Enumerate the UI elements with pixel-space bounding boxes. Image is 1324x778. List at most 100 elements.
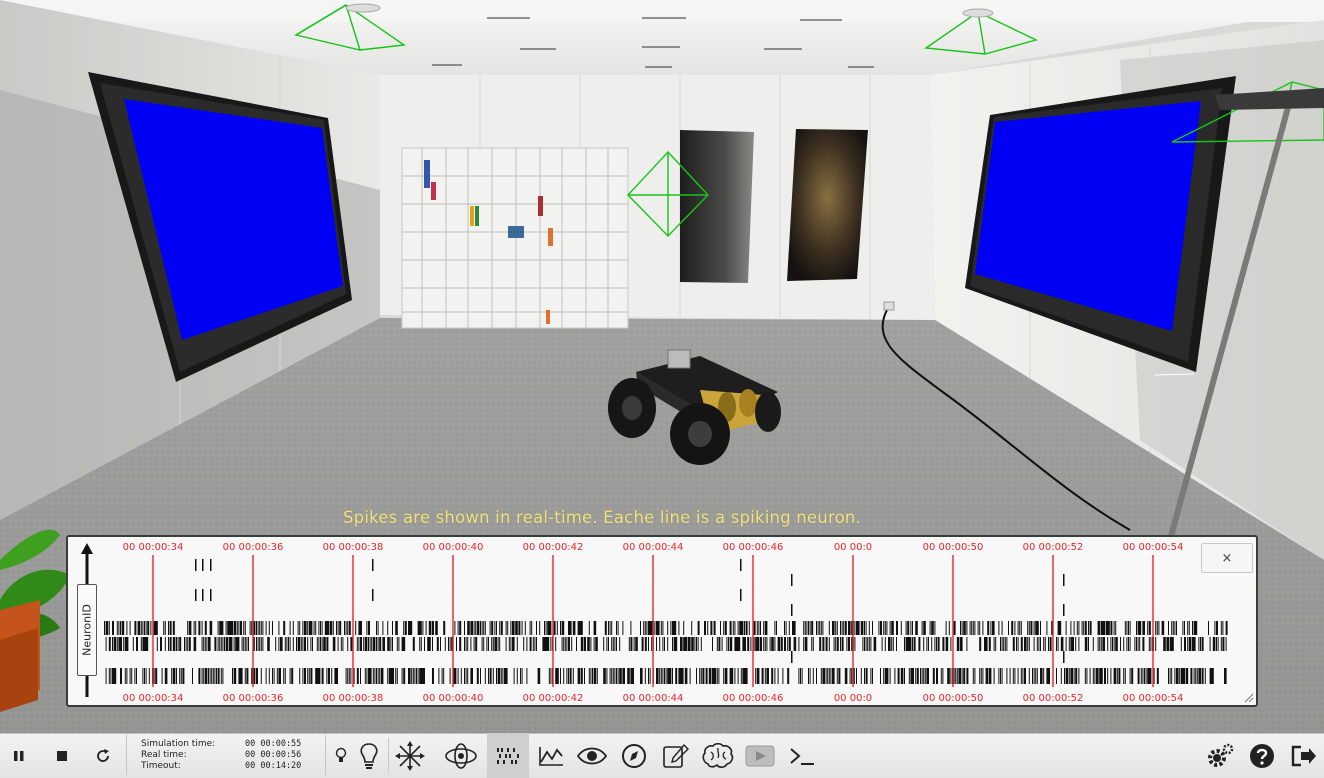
spike	[851, 668, 853, 684]
spike	[321, 621, 323, 635]
spike	[412, 668, 414, 684]
spike	[1076, 621, 1078, 635]
close-button[interactable]: ×	[1201, 543, 1253, 573]
spike	[516, 621, 518, 635]
spike	[188, 637, 191, 651]
spike	[140, 621, 142, 635]
spike	[884, 621, 886, 635]
spike	[107, 621, 109, 635]
terminal-button[interactable]	[782, 733, 822, 778]
spike	[372, 559, 374, 571]
spike	[508, 637, 510, 651]
spike	[144, 621, 145, 635]
spike	[174, 668, 176, 684]
spike	[108, 668, 110, 684]
spike	[105, 637, 107, 651]
spike	[505, 621, 507, 635]
spike	[488, 668, 489, 684]
exit-icon	[1291, 745, 1316, 766]
spike	[936, 637, 937, 651]
spike	[644, 621, 646, 635]
spike	[553, 621, 556, 635]
spike	[1115, 621, 1117, 635]
spike	[571, 637, 573, 651]
spike	[862, 621, 864, 635]
spike	[443, 668, 445, 684]
spike	[864, 668, 865, 684]
spike	[320, 621, 321, 635]
exit-button[interactable]	[1284, 733, 1322, 778]
spike	[214, 668, 216, 684]
spike	[257, 621, 259, 635]
sim-time-value: 00 00:00:55	[245, 739, 302, 749]
spike	[1108, 621, 1110, 635]
camera-view-button[interactable]	[572, 733, 612, 778]
spike	[1003, 637, 1005, 651]
spike-raster-icon	[497, 747, 519, 764]
stop-button[interactable]	[43, 733, 81, 778]
spike	[777, 668, 779, 684]
editor-button[interactable]	[656, 733, 696, 778]
navigation-button[interactable]	[614, 733, 654, 778]
spike	[884, 637, 886, 651]
spike	[368, 637, 369, 651]
spike	[675, 637, 678, 651]
light-toggle-button[interactable]	[330, 733, 352, 778]
spike	[835, 637, 837, 651]
move-tool-button[interactable]	[390, 733, 430, 778]
resize-handle[interactable]	[1244, 693, 1254, 703]
spike-caption: Spikes are shown in real-time. Eache lin…	[343, 508, 861, 527]
spike	[396, 637, 398, 651]
spike	[246, 668, 249, 684]
spike	[633, 637, 635, 651]
spike	[803, 621, 805, 635]
sim-time-label: Simulation time:	[141, 739, 216, 749]
spike	[396, 668, 398, 684]
spike	[438, 668, 440, 684]
time-label-bottom: 00 00:00:44	[623, 693, 684, 704]
spike	[1177, 668, 1179, 684]
spike	[320, 637, 321, 651]
spike	[292, 637, 294, 651]
spike	[718, 637, 721, 651]
real-time-label: Real time:	[141, 750, 187, 760]
spike	[1147, 621, 1149, 635]
settings-button[interactable]	[1200, 733, 1240, 778]
stop-icon	[57, 750, 67, 761]
spike	[411, 621, 413, 635]
spike	[510, 621, 512, 635]
spike	[233, 637, 235, 651]
spike	[849, 668, 851, 684]
spike	[366, 668, 368, 684]
joint-plot-button[interactable]	[532, 733, 570, 778]
brain-visualizer-button[interactable]	[698, 733, 738, 778]
spike	[220, 637, 222, 651]
spike	[424, 668, 425, 684]
spike	[104, 621, 105, 635]
spike	[115, 637, 117, 651]
simulation-clock: Simulation time: 00 00:00:55 Real time: …	[126, 735, 326, 775]
spike	[364, 668, 366, 684]
reset-button[interactable]	[84, 733, 122, 778]
spike	[875, 637, 877, 651]
spike	[833, 621, 835, 635]
spike	[1107, 668, 1109, 684]
video-stream-button[interactable]	[740, 733, 780, 778]
spike	[201, 668, 203, 684]
spike-raster-button[interactable]	[487, 733, 529, 778]
orbit-tool-button[interactable]	[440, 733, 482, 778]
spike	[697, 637, 699, 651]
lightbulb-button[interactable]	[354, 733, 384, 778]
spike	[1115, 668, 1117, 684]
spike	[588, 668, 590, 684]
spike	[316, 637, 318, 651]
spike	[670, 621, 672, 635]
spike	[436, 637, 439, 651]
spike	[1104, 637, 1105, 651]
pause-button[interactable]	[0, 733, 38, 778]
spike	[1104, 668, 1106, 684]
spike	[1001, 637, 1003, 651]
help-button[interactable]	[1243, 733, 1281, 778]
spike	[732, 621, 734, 635]
spike-train-panel[interactable]: 00 00:00:34 00 00:00:34 00 00:00:36 00 00:0…	[66, 535, 1258, 707]
